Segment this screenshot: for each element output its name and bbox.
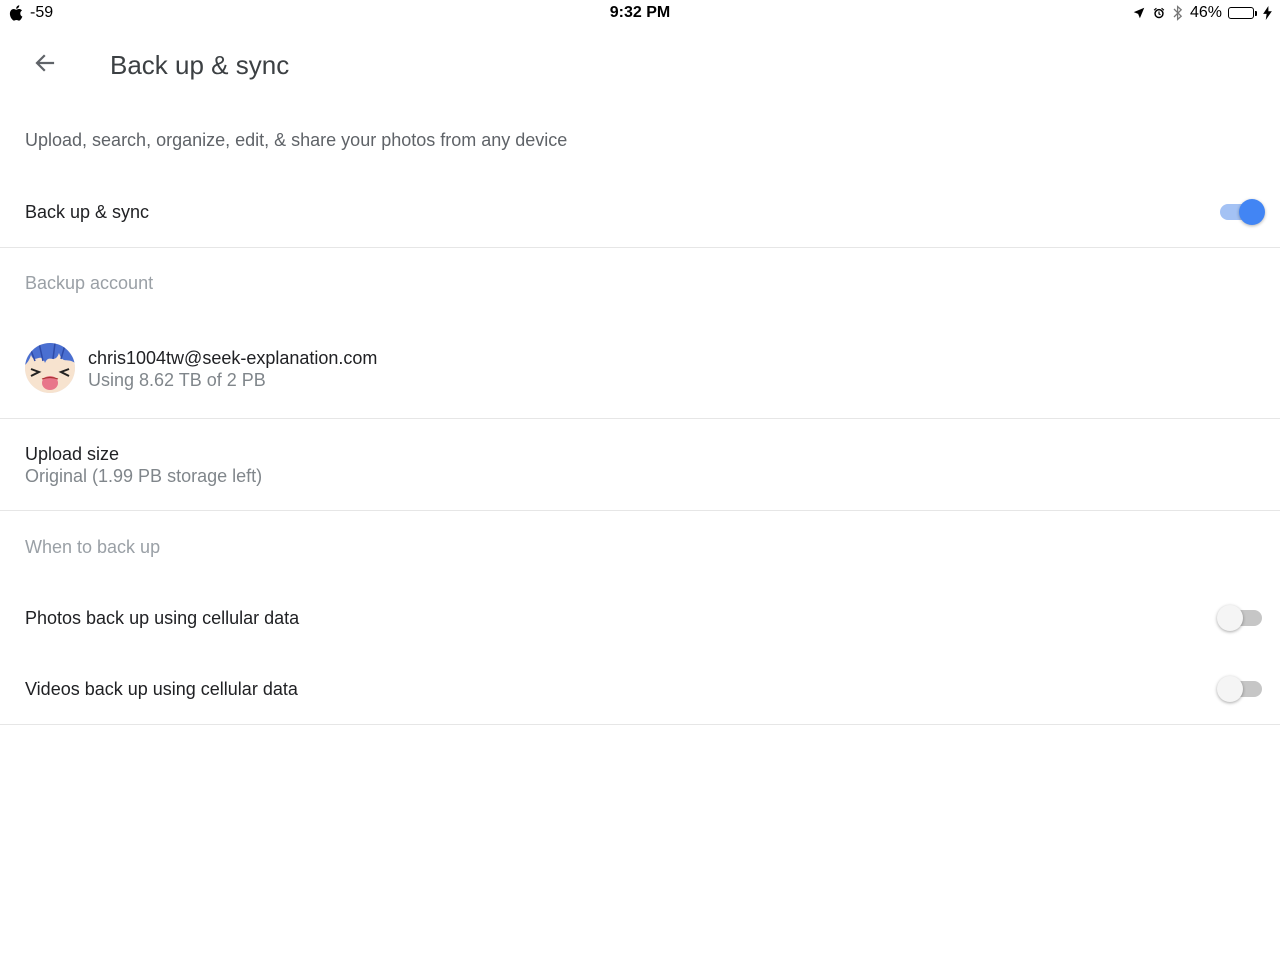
backup-sync-label: Back up & sync (25, 202, 150, 222)
toggle-thumb (1217, 605, 1243, 631)
app-header: Back up & sync (0, 36, 1280, 96)
when-to-back-up-heading: When to back up (25, 537, 161, 557)
divider (0, 724, 1280, 725)
account-usage: Using 8.62 TB of 2 PB (88, 370, 266, 390)
bluetooth-icon (1172, 5, 1184, 21)
videos-cellular-row[interactable]: Videos back up using cellular data (0, 662, 1280, 716)
backup-sync-toggle[interactable] (1218, 198, 1265, 225)
toggle-thumb (1217, 676, 1243, 702)
alarm-icon (1152, 6, 1166, 20)
divider (0, 418, 1280, 419)
photos-cellular-row[interactable]: Photos back up using cellular data (0, 591, 1280, 645)
photos-cellular-label: Photos back up using cellular data (25, 608, 300, 628)
account-email: chris1004tw@seek-explanation.com (88, 348, 378, 368)
battery-percent: 46% (1189, 4, 1222, 21)
charging-bolt-icon (1263, 6, 1272, 20)
status-right: 46% (1132, 4, 1272, 22)
upload-size-value: Original (1.99 PB storage left) (25, 466, 263, 486)
divider (0, 510, 1280, 511)
divider (0, 247, 1280, 248)
photos-cellular-toggle[interactable] (1217, 604, 1264, 631)
toggle-thumb (1239, 199, 1265, 225)
status-bar: -59 9:32 PM 46% (0, 0, 1280, 26)
battery-icon (1228, 7, 1257, 19)
videos-cellular-toggle[interactable] (1217, 675, 1264, 702)
location-arrow-icon (1132, 6, 1146, 20)
backup-sync-row[interactable]: Back up & sync (0, 185, 1280, 239)
back-button[interactable] (20, 42, 70, 88)
page-description: Upload, search, organize, edit, & share … (25, 130, 568, 150)
videos-cellular-label: Videos back up using cellular data (25, 679, 298, 699)
page-title: Back up & sync (110, 50, 290, 80)
upload-size-item[interactable]: Upload size Original (1.99 PB storage le… (0, 430, 1280, 500)
backup-account-heading: Backup account (25, 273, 154, 293)
upload-size-title: Upload size (25, 444, 120, 464)
backup-account-item[interactable]: chris1004tw@seek-explanation.com Using 8… (0, 330, 1280, 410)
arrow-left-icon (33, 51, 57, 80)
status-time: 9:32 PM (609, 4, 671, 21)
avatar (25, 343, 75, 393)
